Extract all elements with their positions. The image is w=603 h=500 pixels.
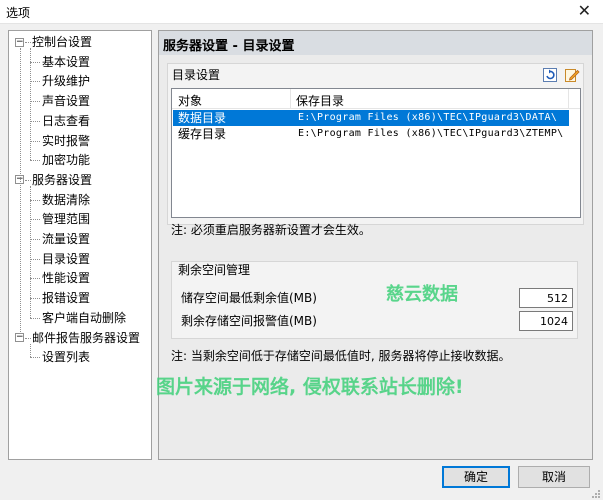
tree-connector xyxy=(30,317,40,319)
options-tree: − 控制台设置 基本设置 升级维护 声音设置 日志查看 实时报警 加密功能 − 服务器设置 数据清除… xyxy=(8,30,152,460)
row-path: E:\Program Files (x86)\TEC\IPguard3\DATA… xyxy=(298,112,558,123)
tree-connector xyxy=(30,219,40,221)
close-icon[interactable]: ✕ xyxy=(578,2,591,20)
tree-connector xyxy=(30,357,40,359)
min-space-input[interactable] xyxy=(519,288,573,308)
tree-expander-icon[interactable]: − xyxy=(15,37,24,47)
tree-item[interactable]: 实时报警 xyxy=(42,132,90,150)
tree-connector xyxy=(30,61,40,63)
notice-watermark: 图片来源于网络, 侵权联系站长删除! xyxy=(156,376,464,398)
directory-group-label: 目录设置 xyxy=(172,68,221,82)
tree-connector xyxy=(30,140,40,142)
tree-item[interactable]: 声音设置 xyxy=(42,92,90,110)
space-note: 注: 当剩余空间低于存储空间最低值时, 服务器将停止接收数据。 xyxy=(171,349,511,363)
list-item[interactable]: 缓存目录 E:\Program Files (x86)\TEC\IPguard3… xyxy=(173,126,569,142)
tree-connector xyxy=(20,48,21,334)
tree-connector xyxy=(30,258,40,260)
restart-note: 注: 必须重启服务器新设置才会生效。 xyxy=(171,223,371,237)
tree-expander-icon[interactable]: − xyxy=(15,333,24,342)
panel-title: 服务器设置 - 目录设置 xyxy=(163,39,295,54)
tree-connector xyxy=(30,239,40,240)
column-header-path[interactable]: 保存目录 xyxy=(296,92,344,109)
space-group-label: 剩余空间管理 xyxy=(178,263,251,277)
tree-connector xyxy=(30,343,31,358)
brand-watermark: 慈云数据 xyxy=(386,284,458,305)
tree-connector xyxy=(30,298,40,300)
directory-list[interactable]: 对象 保存目录 数据目录 E:\Program Files (x86)\TEC\… xyxy=(171,88,581,218)
tree-item[interactable]: 加密功能 xyxy=(42,151,90,169)
tree-item[interactable]: 客户端自动删除 xyxy=(42,309,126,327)
list-header: 对象 保存目录 xyxy=(172,89,580,109)
alarm-space-input[interactable] xyxy=(519,311,573,331)
tree-connector xyxy=(30,81,40,83)
panel-header: 服务器设置 - 目录设置 xyxy=(159,31,592,55)
tree-connector xyxy=(30,160,40,162)
tree-connector xyxy=(30,48,31,161)
column-header-object[interactable]: 对象 xyxy=(178,92,202,109)
min-space-label: 储存空间最低剩余值(MB) xyxy=(181,291,317,305)
refresh-icon[interactable] xyxy=(542,67,558,83)
alarm-space-label: 剩余存储空间报警值(MB) xyxy=(181,314,317,328)
tree-connector xyxy=(30,185,31,318)
row-path: E:\Program Files (x86)\TEC\IPguard3\ZTEM… xyxy=(298,128,564,139)
tree-item[interactable]: 基本设置 xyxy=(42,53,90,71)
tree-connector xyxy=(30,278,40,280)
list-item[interactable]: 数据目录 E:\Program Files (x86)\TEC\IPguard3… xyxy=(173,110,569,126)
title-bar: 选项 ✕ xyxy=(0,0,603,24)
tree-group-item[interactable]: 服务器设置 xyxy=(32,171,92,189)
cancel-button[interactable]: 取消 xyxy=(518,466,590,488)
tree-item[interactable]: 数据清除 xyxy=(42,191,90,209)
tree-item[interactable]: 日志查看 xyxy=(42,112,90,130)
row-object: 数据目录 xyxy=(178,111,227,125)
window-title: 选项 xyxy=(6,6,31,20)
tree-item[interactable]: 设置列表 xyxy=(42,348,90,366)
tree-item[interactable]: 升级维护 xyxy=(42,72,90,90)
tree-connector xyxy=(25,42,31,43)
tree-connector xyxy=(30,199,40,201)
ok-button[interactable]: 确定 xyxy=(442,466,510,488)
tree-group-item[interactable]: 邮件报告服务器设置 xyxy=(32,329,140,347)
resize-grip-icon[interactable] xyxy=(591,488,601,498)
row-object: 缓存目录 xyxy=(178,127,227,141)
column-separator xyxy=(290,89,291,108)
tree-item[interactable]: 流量设置 xyxy=(42,230,90,248)
tree-connector xyxy=(25,179,31,181)
tree-connector xyxy=(30,101,40,103)
tree-connector xyxy=(30,120,40,122)
tree-connector xyxy=(25,337,31,339)
edit-icon[interactable] xyxy=(564,67,580,83)
tree-item[interactable]: 性能设置 xyxy=(42,269,90,287)
tree-item[interactable]: 目录设置 xyxy=(42,250,90,268)
tree-item[interactable]: 报错设置 xyxy=(42,289,90,307)
tree-group-item[interactable]: 控制台设置 xyxy=(32,33,92,51)
column-separator xyxy=(568,89,569,108)
tree-item[interactable]: 管理范围 xyxy=(42,210,90,228)
